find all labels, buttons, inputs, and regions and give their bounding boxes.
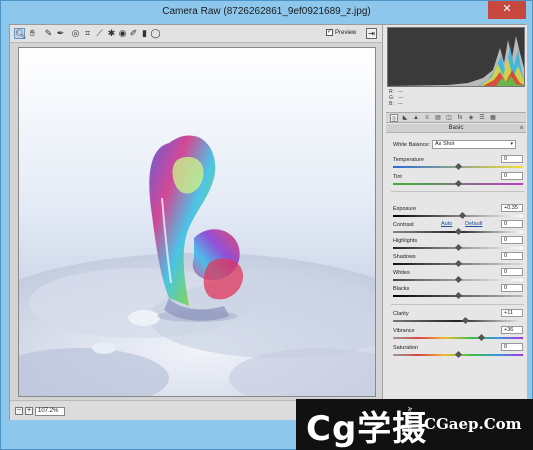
white-balance-select[interactable]: As Shot ▾ (432, 140, 516, 149)
shadows-field[interactable]: 0 (501, 252, 523, 260)
panel-tabs: ◎ ◣ ▲ ≡ ▤ ◫ fx ◈ ☰ ▦ (386, 112, 526, 123)
highlights-field[interactable]: 0 (501, 236, 523, 244)
clarity-slider[interactable] (393, 320, 523, 322)
divider (391, 191, 524, 192)
toolbar: 🔍︎ ✋︎ ✎ ✒ ◎ ⌗ ⟋ ✱ ◉ ✐ ▮ ◯ ✓ Preview ⇥ (10, 25, 382, 43)
white-balance-value: As Shot (435, 141, 455, 147)
close-button[interactable]: ✕ (488, 1, 526, 19)
contrast-field[interactable]: 0 (501, 220, 523, 228)
temperature-thumb[interactable] (454, 162, 463, 171)
whites-label: Whites (393, 270, 410, 276)
fullscreen-icon[interactable]: ⇥ (366, 28, 377, 39)
adjustment-brush-icon[interactable]: ✐ (128, 28, 139, 39)
exposure-field[interactable]: +0.35 (501, 204, 523, 212)
blacks-field[interactable]: 0 (501, 284, 523, 292)
saturation-field[interactable]: 0 (501, 343, 523, 351)
highlights-label: Highlights (393, 238, 418, 244)
histogram-graph (388, 28, 524, 86)
detail-icon[interactable]: ▲ (412, 114, 420, 122)
contrast-thumb[interactable] (454, 227, 463, 236)
tint-label: Tint (393, 174, 402, 180)
watermark-banner: Cg学摄 Artist Studio CGaep.Com (296, 399, 533, 450)
targeted-adjustment-icon[interactable]: ◎ (70, 28, 81, 39)
default-link[interactable]: Default (465, 221, 482, 227)
red-eye-icon[interactable]: ◉ (117, 28, 128, 39)
lens-icon[interactable]: ◫ (445, 114, 453, 122)
straighten-icon[interactable]: ⟋ (94, 28, 105, 39)
saturation-label: Saturation (393, 345, 419, 351)
zoom-level-select[interactable]: 107.2% (35, 407, 65, 416)
adjustments-panel: R: --- G: --- B: --- ◎ ◣ ▲ ≡ ▤ ◫ fx ◈ ☰ ▦ B… (382, 25, 527, 421)
radial-filter-icon[interactable]: ◯ (150, 28, 161, 39)
exposure-label: Exposure (393, 206, 417, 212)
zoom-in-button[interactable]: + (25, 407, 33, 415)
vibrance-thumb[interactable] (477, 333, 486, 342)
camera-calibration-icon[interactable]: ◈ (467, 114, 475, 122)
whites-field[interactable]: 0 (501, 268, 523, 276)
shadows-label: Shadows (393, 254, 416, 260)
clarity-field[interactable]: +11 (501, 309, 523, 317)
white-balance-icon[interactable]: ✎ (43, 28, 54, 39)
tint-thumb[interactable] (454, 179, 463, 188)
blacks-label: Blacks (393, 286, 410, 292)
presets-icon[interactable]: ☰ (478, 114, 486, 122)
contrast-label: Contrast (393, 222, 414, 228)
fx-icon[interactable]: fx (456, 114, 464, 122)
preview-label: Preview (335, 29, 357, 36)
vibrance-label: Vibrance (393, 328, 415, 334)
white-balance-label: White Balance: (393, 142, 430, 148)
zoom-out-button[interactable]: − (15, 407, 23, 415)
blacks-thumb[interactable] (454, 291, 463, 300)
image-preview[interactable] (18, 47, 376, 397)
window-title: Camera Raw (8726262861_9ef0921689_z.jpg) (162, 6, 371, 17)
highlights-thumb[interactable] (454, 243, 463, 252)
b-label: B: (389, 101, 394, 107)
saturation-thumb[interactable] (454, 350, 463, 359)
chevron-down-icon: ▾ (510, 141, 513, 147)
clarity-label: Clarity (393, 311, 409, 317)
photo-preview-image (19, 48, 375, 396)
temperature-label: Temperature (393, 157, 424, 163)
vibrance-field[interactable]: +36 (501, 326, 523, 334)
crop-icon[interactable]: ⌗ (82, 28, 93, 39)
divider (391, 304, 524, 305)
tone-curve-icon[interactable]: ◣ (401, 114, 409, 122)
auto-link[interactable]: Auto (441, 221, 452, 227)
watermark-side-text: Artist Studio (406, 407, 412, 434)
temperature-field[interactable]: 0 (501, 155, 523, 163)
watermark-site: CGaep.Com (424, 415, 522, 433)
spot-removal-icon[interactable]: ✱ (106, 28, 117, 39)
tint-field[interactable]: 0 (501, 172, 523, 180)
preview-checkbox[interactable]: ✓ (326, 29, 333, 36)
preview-toggle[interactable]: ✓ Preview (326, 29, 356, 36)
dialog-body: 🔍︎ ✋︎ ✎ ✒ ◎ ⌗ ⟋ ✱ ◉ ✐ ▮ ◯ ✓ Preview ⇥ − … (9, 24, 527, 421)
hand-icon[interactable]: ✋︎ (27, 28, 38, 39)
basic-icon[interactable]: ◎ (390, 114, 398, 122)
whites-thumb[interactable] (454, 275, 463, 284)
camera-raw-window: Camera Raw (8726262861_9ef0921689_z.jpg)… (0, 0, 533, 450)
clarity-thumb[interactable] (461, 316, 470, 325)
shadows-thumb[interactable] (454, 259, 463, 268)
b-value: --- (397, 101, 403, 107)
zoom-icon[interactable]: 🔍︎ (14, 28, 26, 39)
section-title: Basic (386, 124, 526, 133)
graduated-filter-icon[interactable]: ▮ (139, 28, 150, 39)
color-sampler-icon[interactable]: ✒ (55, 28, 66, 39)
title-bar[interactable]: Camera Raw (8726262861_9ef0921689_z.jpg)… (1, 1, 532, 23)
hsl-icon[interactable]: ≡ (423, 114, 431, 122)
snapshots-icon[interactable]: ▦ (489, 114, 497, 122)
panel-menu-icon[interactable]: ≡ (520, 125, 523, 131)
exposure-thumb[interactable] (458, 211, 467, 220)
histogram (387, 27, 525, 87)
vibrance-slider[interactable] (393, 337, 523, 339)
rgb-readout: R: --- G: --- B: --- (389, 89, 403, 107)
split-toning-icon[interactable]: ▤ (434, 114, 442, 122)
